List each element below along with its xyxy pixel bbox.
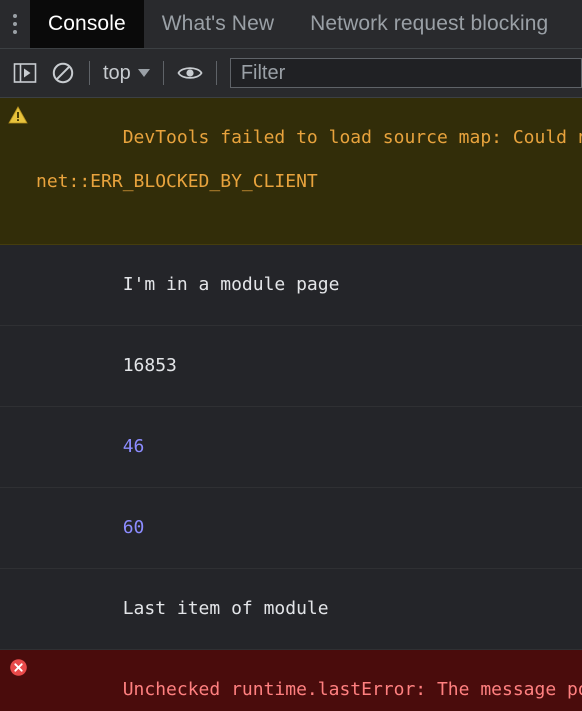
message-text: 46: [36, 414, 582, 480]
filter-input-wrapper[interactable]: [229, 58, 582, 88]
toolbar-divider-1: [89, 61, 90, 85]
message-line-1: I'm in a module page: [122, 274, 340, 295]
console-message-row[interactable]: I'm in a module page: [0, 245, 582, 326]
tab-whats-new[interactable]: What's New: [144, 0, 292, 48]
filter-input[interactable]: [238, 60, 573, 86]
tab-whats-new-label: What's New: [161, 12, 275, 35]
javascript-context-selector[interactable]: top: [97, 62, 156, 85]
console-message-list[interactable]: DevTools failed to load source map: Coul…: [0, 98, 582, 711]
message-line-1: Unchecked runtime.lastError: The message…: [122, 679, 582, 700]
message-text: Unchecked runtime.lastError: The message…: [36, 657, 582, 711]
console-message-row[interactable]: 60: [0, 488, 582, 569]
error-circle-icon: [9, 659, 27, 676]
toolbar-divider-2: [162, 61, 164, 85]
message-line-2: net::ERR_BLOCKED_BY_CLIENT: [36, 171, 318, 192]
tab-console[interactable]: Console: [30, 0, 144, 48]
warning-triangle-icon: [8, 106, 28, 124]
message-gutter: [0, 105, 36, 124]
message-gutter: [0, 495, 36, 496]
console-message-row[interactable]: 16853: [0, 326, 582, 407]
show-console-sidebar-icon[interactable]: [6, 54, 44, 92]
tab-network-request-blocking[interactable]: Network request blocking: [292, 0, 566, 48]
tab-network-request-blocking-label: Network request blocking: [310, 12, 549, 35]
message-gutter: [0, 333, 36, 334]
console-toolbar: top: [0, 49, 582, 98]
message-text: 16853: [36, 333, 582, 399]
console-message-row[interactable]: DevTools failed to load source map: Coul…: [0, 98, 582, 245]
message-line-1: 46: [122, 436, 145, 457]
message-gutter: [0, 252, 36, 253]
message-gutter: [0, 576, 36, 577]
message-line-1: Last item of module: [122, 598, 329, 619]
message-text: 60: [36, 495, 582, 561]
clear-console-icon[interactable]: [44, 54, 82, 92]
javascript-context-value: top: [103, 61, 131, 84]
message-line-1: 60: [122, 517, 145, 538]
kebab-menu-icon[interactable]: [0, 0, 30, 48]
message-text: Last item of module: [36, 576, 582, 642]
message-text: DevTools failed to load source map: Coul…: [36, 105, 582, 237]
message-line-1: DevTools failed to load source map: Coul…: [122, 127, 582, 148]
console-message-row[interactable]: Last item of module: [0, 569, 582, 650]
devtools-console-panel: Console What's New Network request block…: [0, 0, 582, 711]
chevron-down-icon: [137, 69, 150, 77]
message-gutter: [0, 414, 36, 415]
devtools-tab-bar: Console What's New Network request block…: [0, 0, 582, 49]
message-line-1: 16853: [122, 355, 177, 376]
message-gutter: [0, 657, 36, 677]
console-message-row[interactable]: Unchecked runtime.lastError: The message…: [0, 650, 582, 711]
message-text: I'm in a module page: [36, 252, 582, 318]
eye-icon[interactable]: [171, 54, 209, 92]
tab-console-label: Console: [48, 12, 126, 35]
console-message-row[interactable]: 46: [0, 407, 582, 488]
toolbar-divider-3: [215, 61, 217, 85]
